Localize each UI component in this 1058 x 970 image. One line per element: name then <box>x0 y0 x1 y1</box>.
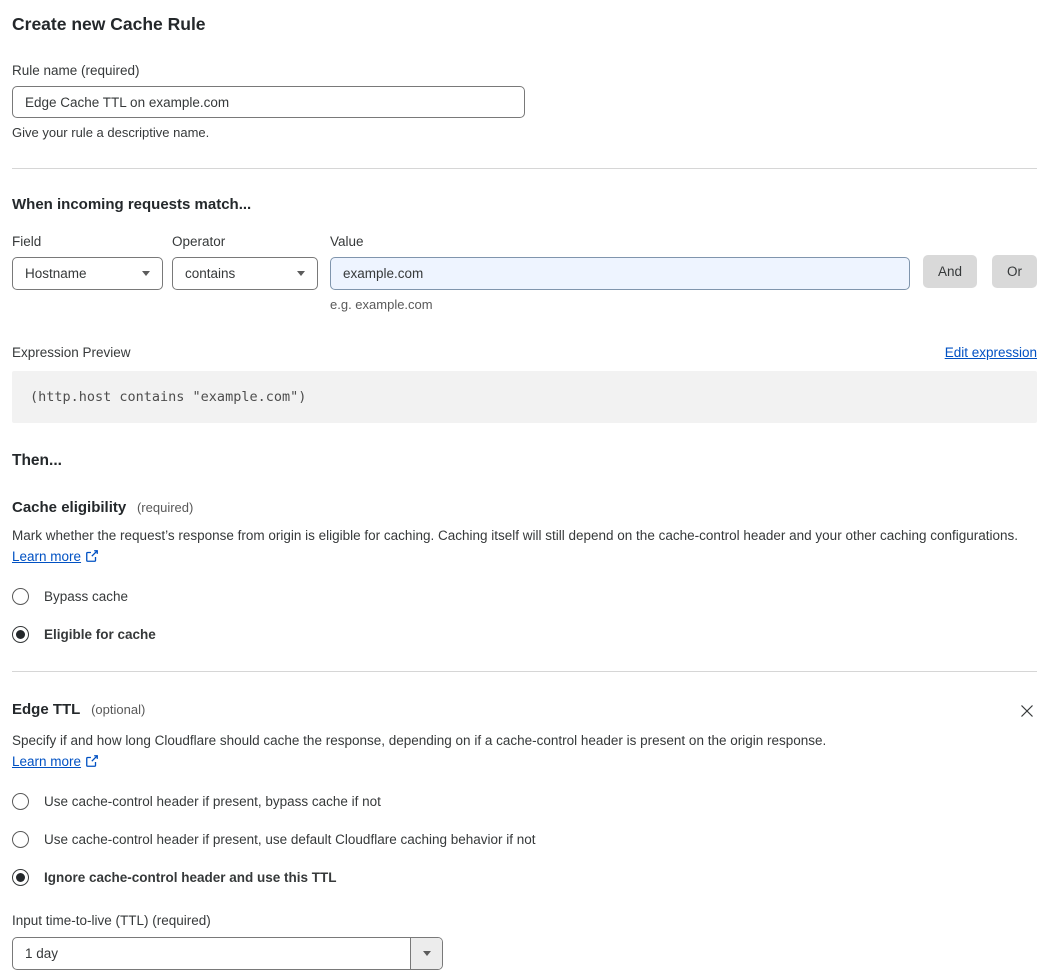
edge-ttl-description-text: Specify if and how long Cloudflare shoul… <box>12 733 827 748</box>
value-helper: e.g. example.com <box>330 297 433 312</box>
expression-code-box: (http.host contains "example.com") <box>12 371 1037 423</box>
radio-label: Bypass cache <box>44 589 129 604</box>
radio-use-header-bypass[interactable]: Use cache-control header if present, byp… <box>12 793 381 810</box>
then-heading: Then... <box>12 452 62 469</box>
edit-expression-link[interactable]: Edit expression <box>945 345 1037 360</box>
radio-label: Use cache-control header if present, use… <box>44 832 536 847</box>
radio-icon[interactable] <box>12 831 29 848</box>
expression-preview-row: Expression Preview Edit expression <box>12 345 1037 360</box>
radio-label: Use cache-control header if present, byp… <box>44 794 381 809</box>
cache-eligibility-qualifier: (required) <box>136 500 194 515</box>
operator-column: Operator contains <box>172 234 318 290</box>
and-button[interactable]: And <box>922 255 977 288</box>
field-select[interactable]: Hostname <box>12 257 163 290</box>
close-icon <box>1021 705 1033 717</box>
page-title: Create new Cache Rule <box>12 14 206 34</box>
cache-eligibility-title: Cache eligibility <box>12 499 127 516</box>
rule-name-label: Rule name (required) <box>12 63 140 78</box>
radio-bypass-cache[interactable]: Bypass cache <box>12 588 128 605</box>
match-section-heading: When incoming requests match... <box>12 196 252 213</box>
edge-ttl-title: Edge TTL <box>12 701 81 718</box>
operator-select-value: contains <box>185 266 236 281</box>
value-input[interactable] <box>330 257 910 290</box>
ttl-select-value: 1 day <box>25 946 59 961</box>
field-label: Field <box>12 234 42 249</box>
radio-icon[interactable] <box>12 588 29 605</box>
field-column: Field Hostname <box>12 234 163 290</box>
external-link-icon <box>86 550 98 562</box>
close-edge-ttl-button[interactable] <box>1017 701 1037 721</box>
edge-ttl-header: Edge TTL (optional) <box>12 701 1037 721</box>
chevron-down-icon <box>297 271 305 276</box>
create-cache-rule-form: Create new Cache Rule Rule name (require… <box>0 0 1058 970</box>
ttl-label: Input time-to-live (TTL) (required) <box>12 913 211 928</box>
operator-label: Operator <box>172 234 226 249</box>
radio-label: Ignore cache-control header and use this… <box>44 870 337 885</box>
radio-icon[interactable] <box>12 793 29 810</box>
operator-select[interactable]: contains <box>172 257 318 290</box>
edge-ttl-qualifier: (optional) <box>91 702 146 717</box>
edge-ttl-description: Specify if and how long Cloudflare shoul… <box>12 730 850 772</box>
value-label: Value <box>330 234 364 249</box>
rule-name-helper: Give your rule a descriptive name. <box>12 125 210 140</box>
expression-preview-label: Expression Preview <box>12 345 131 360</box>
learn-more-link[interactable]: Learn more <box>12 754 81 769</box>
external-link-icon <box>86 755 98 767</box>
andor-buttons: And Or <box>922 234 1037 288</box>
chevron-down-icon <box>422 951 431 956</box>
cache-eligibility-description-text: Mark whether the request’s response from… <box>12 528 1019 543</box>
value-column: Value e.g. example.com <box>330 234 910 312</box>
radio-icon[interactable] <box>12 869 29 886</box>
section-divider <box>12 168 1037 169</box>
radio-use-header-default[interactable]: Use cache-control header if present, use… <box>12 831 536 848</box>
radio-icon[interactable] <box>12 626 29 643</box>
ttl-dropdown-button[interactable] <box>410 938 442 969</box>
cache-eligibility-header: Cache eligibility (required) <box>12 499 1037 516</box>
learn-more-link[interactable]: Learn more <box>12 549 81 564</box>
rule-name-group: Rule name (required) Give your rule a de… <box>12 63 1037 140</box>
field-select-value: Hostname <box>25 266 87 281</box>
cache-eligibility-title-group: Cache eligibility (required) <box>12 499 193 516</box>
match-row: Field Hostname Operator contains Value e… <box>12 234 1037 312</box>
edge-ttl-title-group: Edge TTL (optional) <box>12 701 145 718</box>
ttl-select[interactable]: 1 day <box>12 937 443 970</box>
or-button[interactable]: Or <box>992 255 1037 288</box>
rule-name-input[interactable] <box>12 86 525 118</box>
cache-eligibility-description: Mark whether the request’s response from… <box>12 525 1024 567</box>
section-divider <box>12 671 1037 672</box>
radio-eligible-for-cache[interactable]: Eligible for cache <box>12 626 156 643</box>
radio-ignore-header-use-ttl[interactable]: Ignore cache-control header and use this… <box>12 869 337 886</box>
chevron-down-icon <box>142 271 150 276</box>
radio-label: Eligible for cache <box>44 627 156 642</box>
